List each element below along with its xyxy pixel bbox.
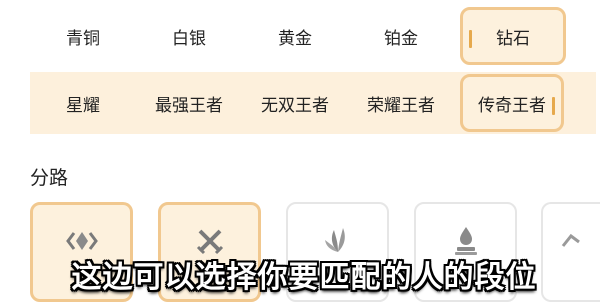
rank-label: 黄金 [278, 28, 312, 49]
rank-label: 青铜 [66, 28, 100, 49]
rank-label: 无双王者 [261, 95, 329, 116]
selection-bar-icon [552, 97, 555, 115]
selection-bar-icon [469, 30, 472, 48]
position-card-partial[interactable] [541, 202, 600, 302]
rank-option-bronze[interactable]: 青铜 [30, 5, 136, 67]
rank-label: 最强王者 [155, 95, 223, 116]
rank-option-strongest-king[interactable]: 最强王者 [136, 72, 242, 134]
video-subtitle: 这边可以选择你要匹配的人的段位 [71, 260, 537, 295]
rank-label: 荣耀王者 [367, 95, 435, 116]
rank-label: 铂金 [384, 28, 418, 49]
rank-row-2: 星耀 最强王者 无双王者 荣耀王者 传奇王者 [30, 72, 596, 134]
rank-option-platinum[interactable]: 铂金 [348, 5, 454, 67]
rank-option-peerless-king[interactable]: 无双王者 [242, 72, 348, 134]
rank-option-star[interactable]: 星耀 [30, 72, 136, 134]
rank-option-gold[interactable]: 黄金 [242, 5, 348, 67]
rank-label: 传奇王者 [478, 95, 546, 116]
rank-option-glory-king[interactable]: 荣耀王者 [348, 72, 454, 134]
rank-row-1: 青铜 白银 黄金 铂金 钻石 [30, 5, 596, 67]
rank-label: 星耀 [66, 95, 100, 116]
rank-option-silver[interactable]: 白银 [136, 5, 242, 67]
section-title-lane: 分路 [30, 167, 69, 189]
rank-label: 钻石 [496, 28, 530, 49]
rank-option-diamond[interactable]: 钻石 [460, 7, 566, 65]
rank-option-legend-king[interactable]: 传奇王者 [460, 74, 564, 132]
partial-icon [561, 233, 580, 247]
rank-label: 白银 [172, 28, 206, 49]
